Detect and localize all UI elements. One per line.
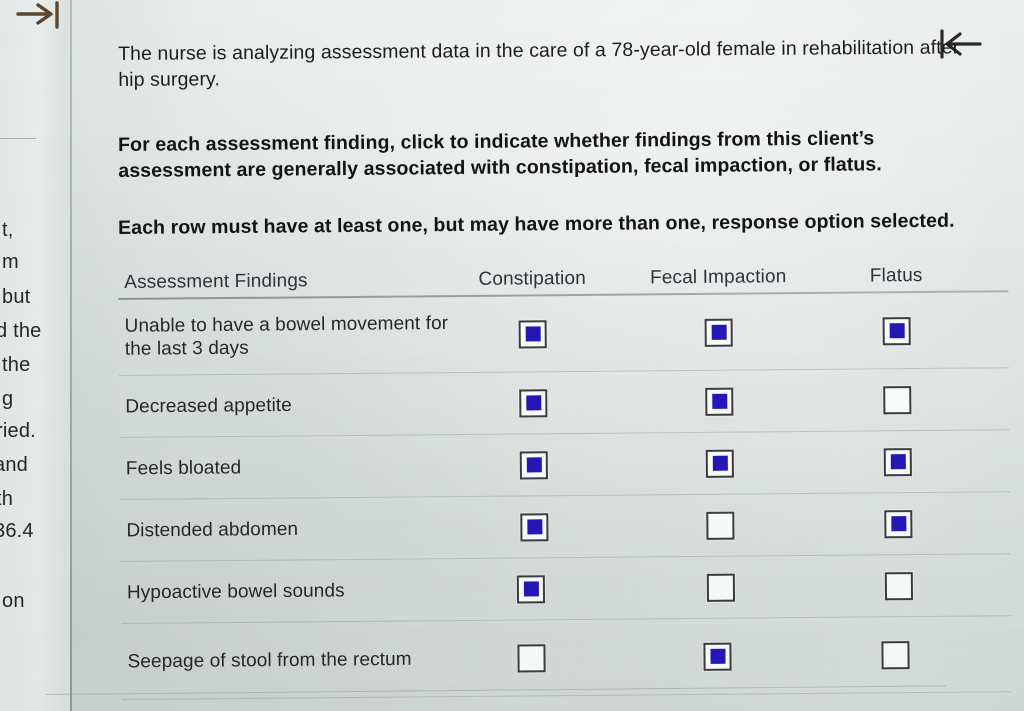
checkbox-constipation-row-2[interactable] <box>519 450 548 480</box>
jump-to-end-arrow-icon[interactable] <box>14 0 64 32</box>
checkbox-constipation-row-3[interactable] <box>520 512 549 541</box>
checkbox[interactable] <box>883 447 912 476</box>
checkbox-fill <box>709 648 726 664</box>
column-header-findings: Assessment Findings <box>124 270 308 293</box>
left-fragment-0: t, <box>2 219 14 241</box>
checkbox-constipation-row-4[interactable] <box>516 574 546 604</box>
table-row: Distended abdomen <box>120 492 1011 562</box>
checkbox-fill <box>712 455 728 471</box>
checkbox[interactable] <box>703 642 732 671</box>
left-fragment-6: ried. <box>0 420 36 442</box>
checkbox-fill <box>526 519 542 535</box>
checkbox[interactable] <box>704 318 733 347</box>
checkbox-flatus-row-3[interactable] <box>884 509 913 538</box>
row-label: Seepage of stool from the rectum <box>127 648 412 672</box>
table-row: Feels bloated <box>119 430 1011 500</box>
left-fragment-9: 36.4 <box>0 520 34 542</box>
checkbox[interactable] <box>706 511 735 540</box>
checkbox-fecal-impaction-row-0[interactable] <box>704 318 733 347</box>
checkbox[interactable] <box>519 388 548 418</box>
left-fragment-1: m <box>2 251 19 273</box>
facing-page-strip: t, m but d the the g ried. and th 36.4 o… <box>0 0 72 711</box>
checkbox-fill <box>523 581 539 597</box>
row-label: Decreased appetite <box>125 394 292 417</box>
checkbox[interactable] <box>706 573 736 602</box>
table-row: Unable to have a bowel movement for the … <box>118 292 1010 376</box>
table-row: Seepage of stool from the rectum <box>121 616 1012 700</box>
column-header-constipation: Constipation <box>478 267 587 290</box>
row-label: Distended abdomen <box>126 518 299 541</box>
table-row: Decreased appetite <box>119 368 1010 438</box>
left-fragment-3: d the <box>0 320 42 342</box>
checkbox[interactable] <box>884 571 914 600</box>
checkbox-fecal-impaction-row-5[interactable] <box>703 642 732 671</box>
left-fragment-10: on <box>2 590 25 612</box>
left-fragment-7: and <box>0 454 28 476</box>
checkbox-fill <box>889 323 905 339</box>
instruction-line-1: For each assessment finding, click to in… <box>118 127 882 183</box>
checkbox-constipation-row-0[interactable] <box>518 319 547 349</box>
table-row: Hypoactive bowel sounds <box>120 554 1012 624</box>
left-fragment-4: the <box>2 354 31 376</box>
assessment-findings-table: Assessment Findings Constipation Fecal I… <box>118 248 1012 700</box>
checkbox-fill <box>525 326 541 342</box>
question-page: The nurse is analyzing assessment data i… <box>72 0 1024 711</box>
checkbox[interactable] <box>882 316 911 345</box>
column-header-flatus: Flatus <box>869 264 923 287</box>
left-fragment-2: but <box>2 286 31 308</box>
checkbox-fill <box>890 454 906 470</box>
checkbox-constipation-row-1[interactable] <box>519 388 548 418</box>
checkbox-fill <box>526 457 542 473</box>
row-label: Feels bloated <box>125 456 242 479</box>
checkbox-constipation-row-5[interactable] <box>517 643 546 673</box>
row-label: Unable to have a bowel movement for the … <box>124 312 449 360</box>
checkbox-fill <box>890 516 906 532</box>
checkbox-flatus-row-1[interactable] <box>883 385 912 414</box>
checkbox-flatus-row-4[interactable] <box>884 571 914 600</box>
checkbox-fecal-impaction-row-4[interactable] <box>706 573 736 602</box>
strip-divider <box>0 138 36 139</box>
row-label: Hypoactive bowel sounds <box>126 579 345 603</box>
table-header-row: Assessment Findings Constipation Fecal I… <box>118 248 1008 298</box>
checkbox[interactable] <box>705 387 734 416</box>
checkbox-fill <box>711 393 727 409</box>
checkbox[interactable] <box>705 449 734 478</box>
checkbox-fill <box>711 324 727 340</box>
left-fragment-8: th <box>0 488 14 510</box>
checkbox-flatus-row-2[interactable] <box>883 447 912 476</box>
column-header-fecal-impaction: Fecal Impaction <box>649 266 787 289</box>
question-stem: The nurse is analyzing assessment data i… <box>118 36 960 91</box>
checkbox[interactable] <box>883 385 912 414</box>
checkbox-flatus-row-0[interactable] <box>882 316 911 345</box>
checkbox-fill <box>525 395 541 411</box>
checkbox[interactable] <box>881 640 910 669</box>
checkbox[interactable] <box>518 319 547 349</box>
checkbox-fecal-impaction-row-2[interactable] <box>705 449 734 478</box>
left-fragment-5: g <box>2 388 14 410</box>
instruction-line-2: Each row must have at least one, but may… <box>118 209 955 239</box>
checkbox[interactable] <box>516 574 546 604</box>
checkbox[interactable] <box>884 509 913 538</box>
checkbox[interactable] <box>517 643 546 673</box>
checkbox[interactable] <box>519 450 548 480</box>
checkbox[interactable] <box>520 512 549 541</box>
checkbox-flatus-row-5[interactable] <box>881 640 910 669</box>
checkbox-fecal-impaction-row-1[interactable] <box>705 387 734 416</box>
checkbox-fecal-impaction-row-3[interactable] <box>706 511 735 540</box>
